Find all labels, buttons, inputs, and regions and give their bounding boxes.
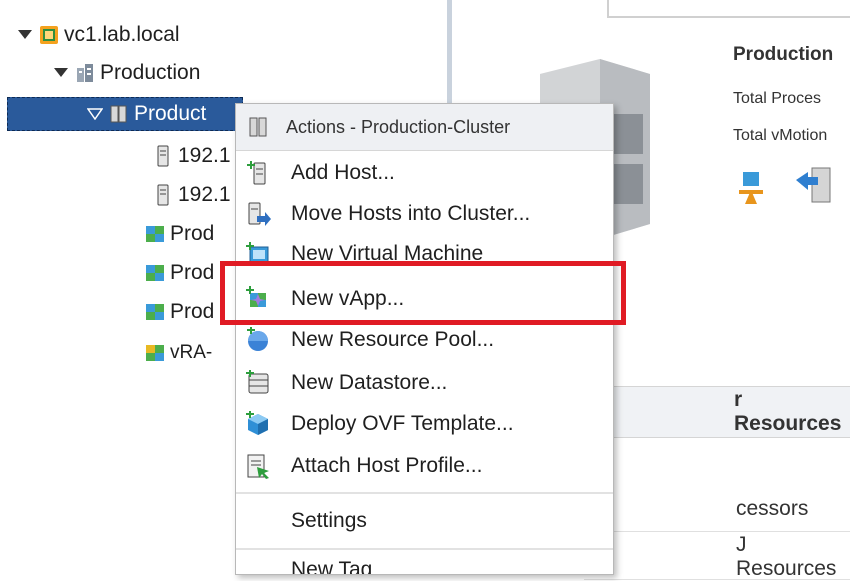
tree-item-host[interactable]: 192.1 — [152, 180, 231, 210]
menu-item-label: Deploy OVF Template... — [291, 412, 514, 435]
tree-item-vapp[interactable]: Prod — [144, 258, 214, 288]
datacenter-icon — [74, 62, 96, 84]
resources-row: J Resources — [584, 533, 850, 580]
menu-item-add-host[interactable]: Add Host... — [236, 153, 613, 193]
drs-icon[interactable] — [733, 170, 769, 211]
stat-total-vmotion: Total vMotion — [733, 127, 828, 144]
cluster-icon — [108, 103, 130, 125]
migrate-icon[interactable] — [794, 166, 834, 211]
resource-pool-icon — [245, 327, 271, 353]
vapp-icon — [144, 301, 166, 323]
resources-section-header: r Resources — [584, 386, 850, 438]
resources-row-label: J Resources — [736, 533, 837, 580]
expand-caret-icon[interactable] — [86, 105, 104, 123]
tree-item-label: Prod — [170, 261, 215, 284]
tree-item-datacenter[interactable]: Production — [52, 58, 200, 88]
resources-header-label: r Resources — [734, 388, 842, 435]
tree-item-host[interactable]: 192.1 — [152, 141, 231, 171]
summary-top-bar — [607, 0, 850, 18]
menu-header: Actions - Production-Cluster — [236, 104, 613, 151]
tree-item-label: Production — [100, 61, 201, 84]
menu-item-label: New Datastore... — [291, 371, 448, 394]
menu-header-label: Actions - Production-Cluster — [286, 116, 511, 137]
add-host-icon — [245, 160, 271, 186]
vapp-icon — [144, 342, 166, 364]
menu-item-label: Move Hosts into Cluster... — [291, 202, 531, 225]
object-title: Production — [733, 44, 834, 65]
vapp-icon — [144, 223, 166, 245]
vapp-icon — [144, 262, 166, 284]
tree-item-label: vRA- — [170, 342, 213, 363]
tree-item-vapp[interactable]: Prod — [144, 219, 214, 249]
menu-item-move-hosts[interactable]: Move Hosts into Cluster... — [236, 194, 613, 234]
tree-item-vapp[interactable]: vRA- — [144, 338, 212, 368]
menu-item-new-tag[interactable]: New Tag — [236, 556, 613, 574]
stat-total-processors: Total Proces — [733, 90, 822, 107]
menu-separator — [236, 548, 613, 550]
blank-icon-slot — [245, 556, 271, 574]
menu-item-label: Add Host... — [291, 161, 395, 184]
tree-item-cluster[interactable]: Product — [86, 99, 206, 129]
vcenter-icon — [38, 24, 60, 46]
tree-item-label: Prod — [170, 222, 215, 245]
menu-item-label: Settings — [291, 509, 367, 532]
blank-icon-slot — [245, 508, 271, 534]
host-icon — [152, 184, 174, 206]
menu-item-deploy-ovf[interactable]: Deploy OVF Template... — [236, 404, 613, 444]
cluster-icon — [246, 115, 270, 139]
menu-item-new-datastore[interactable]: New Datastore... — [236, 363, 613, 403]
tree-item-vapp[interactable]: Prod — [144, 297, 214, 327]
expand-caret-icon[interactable] — [52, 64, 70, 82]
menu-item-attach-host-profile[interactable]: Attach Host Profile... — [236, 446, 613, 486]
move-hosts-icon — [245, 201, 271, 227]
menu-item-label: Attach Host Profile... — [291, 454, 483, 477]
resources-row: cessors — [584, 487, 850, 532]
menu-item-settings[interactable]: Settings — [236, 501, 613, 541]
menu-item-label: New Tag — [291, 558, 373, 574]
menu-item-label: New Resource Pool... — [291, 328, 495, 351]
tree-item-vcenter[interactable]: vc1.lab.local — [16, 20, 180, 50]
tree-item-label: Prod — [170, 300, 215, 323]
tree-item-label: vc1.lab.local — [64, 23, 180, 46]
resources-row-label: cessors — [736, 497, 809, 520]
expand-caret-icon[interactable] — [16, 26, 34, 44]
tree-item-label: Product — [134, 102, 207, 125]
tree-item-label: 192.1 — [178, 183, 231, 206]
menu-item-new-resource-pool[interactable]: New Resource Pool... — [236, 320, 613, 360]
host-profile-icon — [245, 453, 271, 479]
menu-separator — [236, 492, 613, 494]
annotation-highlight-box — [220, 261, 626, 325]
tree-item-label: 192.1 — [178, 144, 231, 167]
context-menu: Actions - Production-Cluster Add Host...… — [235, 103, 614, 575]
datastore-icon — [245, 370, 271, 396]
ovf-template-icon — [245, 411, 271, 437]
host-icon — [152, 145, 174, 167]
